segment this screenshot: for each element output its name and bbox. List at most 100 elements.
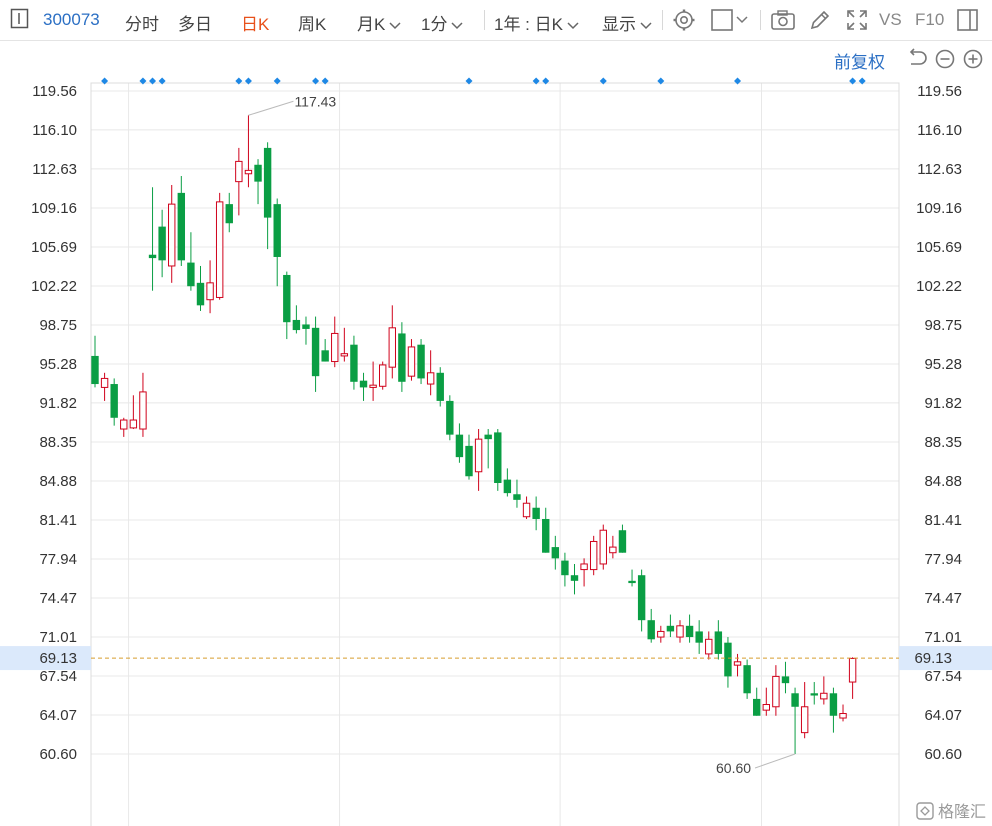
candle (139, 372, 147, 437)
candle (283, 271, 291, 340)
candle (455, 423, 464, 463)
candle (120, 417, 128, 437)
candle (753, 687, 761, 716)
fullscreen-icon[interactable] (845, 8, 869, 37)
candle-body-up (839, 713, 847, 719)
display-dropdown[interactable]: 显示 (602, 10, 652, 35)
candle-body-down (417, 344, 425, 379)
candle-body-down (561, 560, 569, 576)
monthly-k-label: 月K (357, 15, 386, 34)
y-tick-label: 116.10 (917, 122, 962, 139)
y-tick-label: 119.56 (32, 83, 77, 100)
y-tick-label: 77.94 (924, 551, 962, 568)
square-icon[interactable] (710, 8, 750, 37)
candle-body-down (618, 530, 627, 553)
candle-body-down (503, 479, 512, 494)
candle (618, 524, 627, 553)
tab-weekly-k[interactable]: 周K (298, 10, 326, 35)
candle (743, 659, 751, 699)
candle-body-up (331, 332, 339, 363)
candle-body-down (177, 192, 186, 261)
candle-body-up (379, 364, 387, 387)
candle (657, 625, 665, 643)
tab-daily-k[interactable]: 日K (241, 10, 269, 35)
gear-icon[interactable] (672, 8, 696, 37)
candle-body-down (446, 400, 454, 435)
candle (810, 682, 818, 705)
candle-body-down (570, 575, 579, 581)
candle-body-down (542, 518, 550, 553)
candle-body-down (158, 226, 166, 261)
candle-body-up (120, 419, 128, 430)
candle (465, 434, 473, 480)
camera-icon[interactable] (770, 8, 796, 37)
candle (311, 316, 320, 392)
candle (388, 305, 396, 379)
toolbar: 300073 分时 多日 日K 周K 月K 1分 1年 : 日K 显示 VS F… (0, 0, 992, 41)
candle-body-down (685, 625, 694, 638)
y-tick-label: 64.07 (39, 707, 77, 724)
candle (637, 569, 646, 632)
candle (580, 558, 588, 587)
candle (187, 232, 195, 291)
candle (225, 192, 233, 233)
candle-body-up (762, 704, 770, 711)
candle (599, 524, 607, 570)
y-tick-label: 112.63 (32, 161, 77, 178)
candle (829, 687, 838, 733)
candlestick-chart[interactable]: 119.56 116.10 112.63 109.16 105.69 102.22 98.7… (0, 40, 992, 826)
range-dropdown[interactable]: 1年 : 日K (494, 10, 579, 35)
candle (666, 614, 675, 638)
candle (196, 265, 205, 311)
low-annotation: 60.60 (716, 760, 751, 776)
candle (436, 367, 444, 407)
candle-body-down (551, 547, 560, 559)
candle-body-up (657, 630, 665, 638)
candle (302, 316, 310, 345)
watermark: 格隆汇 (915, 798, 986, 822)
candle-body-up (820, 692, 828, 700)
candle-body-down (91, 355, 99, 385)
candle (177, 176, 186, 266)
candle-body-up (388, 327, 396, 368)
candle-body-up (522, 502, 531, 518)
candle-body-down (283, 274, 291, 323)
f10-button[interactable]: F10 (915, 10, 944, 30)
candle (110, 378, 118, 426)
candle (292, 305, 301, 334)
panel-icon[interactable] (10, 8, 30, 35)
candle (254, 159, 262, 205)
candle-body-up (168, 203, 176, 267)
monthly-k-dropdown[interactable]: 月K (357, 10, 401, 35)
compare-button[interactable]: VS (879, 10, 902, 30)
candle-body-down (225, 204, 233, 224)
candle (379, 361, 387, 390)
y-tick-label: 102.22 (31, 278, 77, 295)
window-icon[interactable] (956, 8, 980, 37)
candle (628, 569, 636, 587)
candle (206, 260, 214, 314)
divider (662, 10, 663, 30)
candle (244, 115, 253, 188)
y-tick-label: 102.22 (916, 278, 962, 295)
y-tick-label: 109.16 (916, 200, 962, 217)
candle (369, 361, 377, 401)
candle (733, 653, 742, 677)
candle (484, 429, 492, 469)
y-tick-label: 119.56 (917, 83, 962, 100)
interval-dropdown[interactable]: 1分 (421, 10, 463, 35)
y-tick-label: 77.94 (39, 551, 77, 568)
candle-body-up (129, 419, 138, 429)
tab-multi-day[interactable]: 多日 (178, 10, 212, 35)
candle-body-down (494, 432, 502, 483)
candle-body-down (714, 631, 723, 654)
y-tick-label: 74.47 (924, 590, 962, 607)
candle (589, 535, 598, 576)
y-tick-label: 60.60 (39, 746, 77, 763)
tab-intraday[interactable]: 分时 (125, 10, 159, 35)
candle (522, 496, 531, 519)
pencil-icon[interactable] (808, 8, 832, 37)
candle-body-up (733, 661, 742, 666)
candle (426, 350, 435, 396)
chevron-down-icon (451, 15, 463, 35)
